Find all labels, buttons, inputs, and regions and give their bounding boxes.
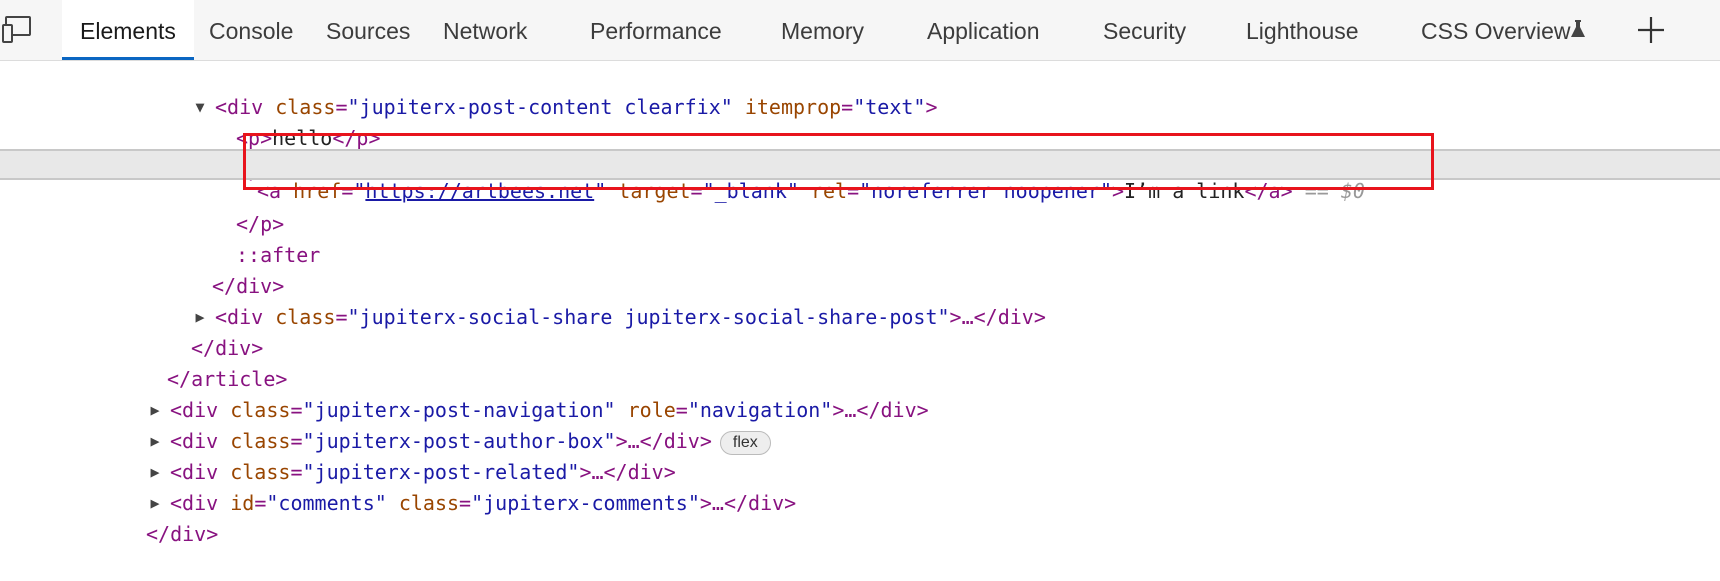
tree-node-post-related[interactable]: ▶ <div class="jupiterx-post-related">…</d… (0, 426, 675, 484)
tab-security[interactable]: Security (1103, 0, 1186, 60)
tree-node-comments[interactable]: ▶ <div id="comments" class="jupiterx-comm… (0, 457, 796, 515)
tree-node-div-close[interactable]: </div> (0, 302, 263, 360)
collapsed-triangle-icon[interactable]: ▶ (146, 457, 164, 488)
tab-memory[interactable]: Memory (781, 0, 864, 60)
collapsed-triangle-icon[interactable]: ▶ (191, 302, 209, 333)
plus-icon[interactable] (1634, 13, 1668, 47)
flex-badge[interactable]: flex (719, 430, 771, 455)
collapsed-triangle-icon[interactable]: ▶ (146, 488, 164, 519)
collapsed-triangle-icon[interactable]: ▶ (146, 426, 164, 457)
tree-node-div-close[interactable]: </div> (0, 240, 284, 298)
href-link[interactable]: https://artbees.net (365, 179, 594, 203)
tab-application[interactable]: Application (927, 0, 1040, 60)
device-toggle-icon[interactable] (0, 14, 42, 46)
tree-node-after-pseudo[interactable]: ::after (0, 209, 320, 267)
tree-node-p-hello[interactable]: <p>hello</p> (0, 92, 381, 150)
tab-elements[interactable]: Elements (62, 0, 194, 60)
tab-network[interactable]: Network (443, 0, 527, 60)
tab-console[interactable]: Console (209, 0, 293, 60)
tree-node-social-share[interactable]: ▶ <div class="jupiterx-social-share jupit… (0, 271, 1045, 329)
tree-node-post-content[interactable]: ▼ <div class="jupiterx-post-content clear… (0, 61, 937, 119)
tree-node-anchor-selected[interactable]: <a href="https://artbees.net" target="_b… (0, 149, 1720, 203)
flask-icon (1568, 19, 1588, 39)
collapsed-triangle-icon[interactable]: ▶ (146, 395, 164, 426)
console-ref-marker: == $0 (1304, 179, 1365, 203)
tree-node-article-close[interactable]: </article> (0, 333, 287, 391)
tab-performance[interactable]: Performance (590, 0, 722, 60)
tab-lighthouse[interactable]: Lighthouse (1246, 0, 1359, 60)
tree-node-p-close[interactable]: </p> (0, 178, 284, 236)
tree-node-div-close[interactable]: </div> (0, 488, 218, 546)
tree-node-post-author-box[interactable]: ▶ <div class="jupiterx-post-author-box">…… (0, 395, 771, 455)
tab-sources[interactable]: Sources (326, 0, 410, 60)
dom-tree: ▼ <div class="jupiterx-post-content clear… (0, 61, 1720, 546)
tab-css-overview[interactable]: CSS Overview (1421, 0, 1571, 60)
devtools-tabbar: Elements Console Sources Network Perform… (0, 0, 1720, 61)
tree-node-post-navigation[interactable]: ▶ <div class="jupiterx-post-navigation" r… (0, 364, 928, 422)
expanded-triangle-icon[interactable]: ▼ (191, 92, 209, 123)
